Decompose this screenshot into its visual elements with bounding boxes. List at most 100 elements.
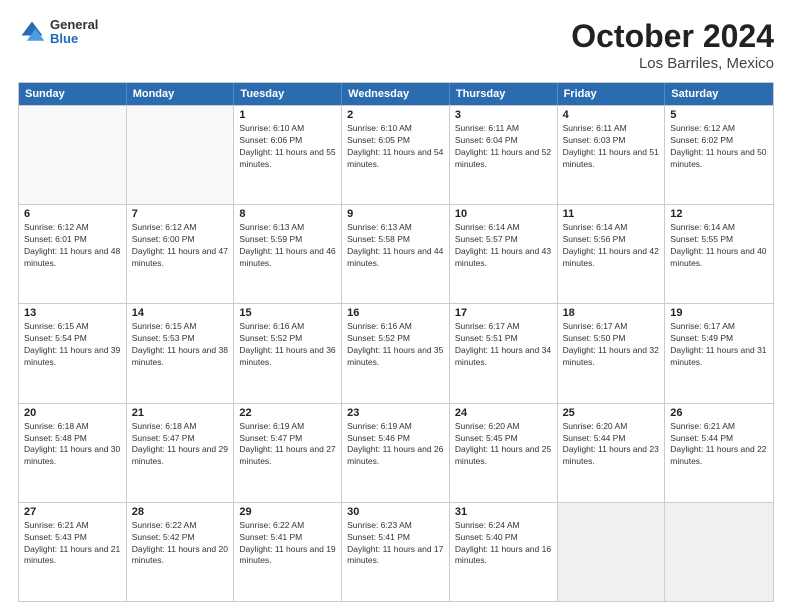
header-day-tuesday: Tuesday <box>234 83 342 105</box>
day-number: 18 <box>563 307 660 319</box>
day-info: Sunrise: 6:12 AM Sunset: 6:01 PM Dayligh… <box>24 222 121 270</box>
day-cell-11: 11Sunrise: 6:14 AM Sunset: 5:56 PM Dayli… <box>558 205 666 303</box>
day-cell-13: 13 Sunrise: 6:15 AM Sunset: 5:54 PM Dayli… <box>19 304 127 402</box>
day-cell-8: 8 Sunrise: 6:13 AM Sunset: 5:59 PM Daylig… <box>234 205 342 303</box>
day-info: Sunrise: 6:17 AM Sunset: 5:51 PM Dayligh… <box>455 321 552 369</box>
day-number: 22 <box>239 407 336 419</box>
page: General Blue October 2024 Los Barriles, … <box>0 0 792 612</box>
day-number: 23 <box>347 407 444 419</box>
day-number: 10 <box>455 208 552 220</box>
day-number: 6 <box>24 208 121 220</box>
week-row-5: 27Sunrise: 6:21 AM Sunset: 5:43 PM Dayli… <box>19 502 773 601</box>
day-info: Sunrise: 6:16 AM Sunset: 5:52 PM Dayligh… <box>239 321 336 369</box>
day-number: 4 <box>563 109 660 121</box>
day-info: Sunrise: 6:14 AM Sunset: 5:55 PM Dayligh… <box>670 222 768 270</box>
day-info: Sunrise: 6:11 AM Sunset: 6:03 PM Dayligh… <box>563 123 660 171</box>
calendar-subtitle: Los Barriles, Mexico <box>571 55 774 72</box>
day-info: Sunrise: 6:10 AM Sunset: 6:05 PM Dayligh… <box>347 123 444 171</box>
header-day-friday: Friday <box>558 83 666 105</box>
day-number: 24 <box>455 407 552 419</box>
day-number: 17 <box>455 307 552 319</box>
day-cell-2: 2 Sunrise: 6:10 AM Sunset: 6:05 PM Daylig… <box>342 106 450 204</box>
day-cell-25: 25 Sunrise: 6:20 AM Sunset: 5:44 PM Dayli… <box>558 404 666 502</box>
day-cell-28: 28Sunrise: 6:22 AM Sunset: 5:42 PM Dayli… <box>127 503 235 601</box>
day-number: 8 <box>239 208 336 220</box>
day-number: 9 <box>347 208 444 220</box>
day-info: Sunrise: 6:24 AM Sunset: 5:40 PM Dayligh… <box>455 520 552 568</box>
day-info: Sunrise: 6:21 AM Sunset: 5:44 PM Dayligh… <box>670 421 768 469</box>
day-cell-15: 15 Sunrise: 6:16 AM Sunset: 5:52 PM Dayli… <box>234 304 342 402</box>
day-number: 30 <box>347 506 444 518</box>
day-info: Sunrise: 6:22 AM Sunset: 5:41 PM Dayligh… <box>239 520 336 568</box>
day-cell-24: 24 Sunrise: 6:20 AM Sunset: 5:45 PM Dayli… <box>450 404 558 502</box>
day-number: 25 <box>563 407 660 419</box>
week-row-3: 13 Sunrise: 6:15 AM Sunset: 5:54 PM Dayli… <box>19 303 773 402</box>
day-info: Sunrise: 6:11 AM Sunset: 6:04 PM Dayligh… <box>455 123 552 171</box>
week-row-4: 20 Sunrise: 6:18 AM Sunset: 5:48 PM Dayli… <box>19 403 773 502</box>
day-info: Sunrise: 6:13 AM Sunset: 5:59 PM Dayligh… <box>239 222 336 270</box>
day-cell-22: 22Sunrise: 6:19 AM Sunset: 5:47 PM Dayli… <box>234 404 342 502</box>
day-info: Sunrise: 6:20 AM Sunset: 5:44 PM Dayligh… <box>563 421 660 469</box>
day-cell-26: 26 Sunrise: 6:21 AM Sunset: 5:44 PM Dayli… <box>665 404 773 502</box>
day-info: Sunrise: 6:12 AM Sunset: 6:02 PM Dayligh… <box>670 123 768 171</box>
day-info: Sunrise: 6:12 AM Sunset: 6:00 PM Dayligh… <box>132 222 229 270</box>
calendar-body: 1Sunrise: 6:10 AM Sunset: 6:06 PM Daylig… <box>19 105 773 601</box>
day-number: 14 <box>132 307 229 319</box>
logo: General Blue <box>18 18 98 47</box>
day-number: 19 <box>670 307 768 319</box>
day-cell-20: 20 Sunrise: 6:18 AM Sunset: 5:48 PM Dayli… <box>19 404 127 502</box>
day-cell-6: 6 Sunrise: 6:12 AM Sunset: 6:01 PM Daylig… <box>19 205 127 303</box>
day-cell-17: 17 Sunrise: 6:17 AM Sunset: 5:51 PM Dayli… <box>450 304 558 402</box>
header-day-sunday: Sunday <box>19 83 127 105</box>
empty-cell <box>127 106 235 204</box>
day-info: Sunrise: 6:18 AM Sunset: 5:47 PM Dayligh… <box>132 421 229 469</box>
day-cell-3: 3Sunrise: 6:11 AM Sunset: 6:04 PM Daylig… <box>450 106 558 204</box>
day-cell-5: 5 Sunrise: 6:12 AM Sunset: 6:02 PM Daylig… <box>665 106 773 204</box>
header-day-saturday: Saturday <box>665 83 773 105</box>
day-info: Sunrise: 6:19 AM Sunset: 5:46 PM Dayligh… <box>347 421 444 469</box>
logo-icon <box>18 18 46 46</box>
day-number: 5 <box>670 109 768 121</box>
day-info: Sunrise: 6:17 AM Sunset: 5:49 PM Dayligh… <box>670 321 768 369</box>
day-cell-19: 19 Sunrise: 6:17 AM Sunset: 5:49 PM Dayli… <box>665 304 773 402</box>
empty-cell <box>19 106 127 204</box>
calendar: SundayMondayTuesdayWednesdayThursdayFrid… <box>18 82 774 602</box>
day-info: Sunrise: 6:15 AM Sunset: 5:53 PM Dayligh… <box>132 321 229 369</box>
day-number: 7 <box>132 208 229 220</box>
day-number: 20 <box>24 407 121 419</box>
empty-cell <box>665 503 773 601</box>
day-cell-30: 30 Sunrise: 6:23 AM Sunset: 5:41 PM Dayli… <box>342 503 450 601</box>
day-number: 2 <box>347 109 444 121</box>
empty-cell <box>558 503 666 601</box>
day-number: 1 <box>239 109 336 121</box>
day-info: Sunrise: 6:14 AM Sunset: 5:56 PM Dayligh… <box>563 222 660 270</box>
day-cell-31: 31 Sunrise: 6:24 AM Sunset: 5:40 PM Dayli… <box>450 503 558 601</box>
day-info: Sunrise: 6:20 AM Sunset: 5:45 PM Dayligh… <box>455 421 552 469</box>
day-cell-4: 4 Sunrise: 6:11 AM Sunset: 6:03 PM Daylig… <box>558 106 666 204</box>
day-number: 13 <box>24 307 121 319</box>
day-number: 26 <box>670 407 768 419</box>
day-info: Sunrise: 6:21 AM Sunset: 5:43 PM Dayligh… <box>24 520 121 568</box>
header-day-wednesday: Wednesday <box>342 83 450 105</box>
day-number: 15 <box>239 307 336 319</box>
day-number: 12 <box>670 208 768 220</box>
day-number: 16 <box>347 307 444 319</box>
day-cell-27: 27Sunrise: 6:21 AM Sunset: 5:43 PM Dayli… <box>19 503 127 601</box>
day-info: Sunrise: 6:16 AM Sunset: 5:52 PM Dayligh… <box>347 321 444 369</box>
calendar-header: SundayMondayTuesdayWednesdayThursdayFrid… <box>19 83 773 105</box>
day-info: Sunrise: 6:18 AM Sunset: 5:48 PM Dayligh… <box>24 421 121 469</box>
day-cell-7: 7 Sunrise: 6:12 AM Sunset: 6:00 PM Daylig… <box>127 205 235 303</box>
day-cell-29: 29 Sunrise: 6:22 AM Sunset: 5:41 PM Dayli… <box>234 503 342 601</box>
day-number: 29 <box>239 506 336 518</box>
day-info: Sunrise: 6:15 AM Sunset: 5:54 PM Dayligh… <box>24 321 121 369</box>
logo-general: General <box>50 18 98 32</box>
day-number: 21 <box>132 407 229 419</box>
day-cell-23: 23 Sunrise: 6:19 AM Sunset: 5:46 PM Dayli… <box>342 404 450 502</box>
header-day-thursday: Thursday <box>450 83 558 105</box>
day-cell-1: 1Sunrise: 6:10 AM Sunset: 6:06 PM Daylig… <box>234 106 342 204</box>
logo-blue: Blue <box>50 32 98 46</box>
day-number: 31 <box>455 506 552 518</box>
day-info: Sunrise: 6:14 AM Sunset: 5:57 PM Dayligh… <box>455 222 552 270</box>
day-info: Sunrise: 6:23 AM Sunset: 5:41 PM Dayligh… <box>347 520 444 568</box>
day-cell-14: 14 Sunrise: 6:15 AM Sunset: 5:53 PM Dayli… <box>127 304 235 402</box>
